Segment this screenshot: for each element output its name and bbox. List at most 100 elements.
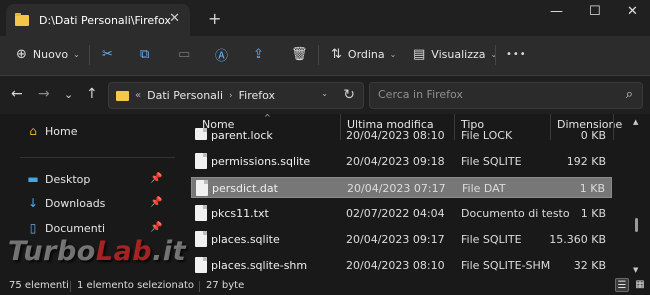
close-window-button[interactable]: ✕: [627, 4, 638, 19]
table-row[interactable]: places.sqlite 20/04/2023 09:17 File SQLI…: [191, 229, 612, 250]
sidebar-divider: [20, 157, 175, 158]
file-type: File SQLITE: [461, 155, 522, 168]
file-modified: 20/04/2023 07:17: [347, 182, 446, 195]
back-button[interactable]: ←: [11, 86, 23, 102]
forward-button[interactable]: →: [38, 86, 50, 102]
chevron-down-icon[interactable]: ⌄: [321, 89, 328, 98]
file-type: File SQLITE-SHM: [461, 259, 551, 272]
sidebar-item-label: Home: [45, 124, 78, 138]
desktop-icon: ▬: [27, 172, 39, 186]
share-icon: ⇪: [253, 46, 264, 62]
sidebar-item-label: Documenti: [45, 221, 106, 235]
tiles-view-icon[interactable]: ▦: [633, 278, 647, 292]
search-icon[interactable]: ⌕: [626, 87, 633, 102]
documents-icon: ▯: [29, 221, 37, 235]
view-icon: ▤: [413, 46, 426, 62]
file-name: places.sqlite: [211, 233, 280, 246]
sidebar-item-home[interactable]: ⌂ Home: [27, 122, 77, 140]
file-name: pkcs11.txt: [211, 207, 269, 220]
breadcrumb-dati-personali[interactable]: Dati Personali: [147, 89, 223, 102]
new-tab-button[interactable]: +: [208, 9, 221, 28]
file-size: 15.360 KB: [549, 233, 606, 246]
search-input[interactable]: [378, 88, 608, 101]
file-icon: [195, 205, 207, 221]
vertical-scrollbar[interactable]: ▲ ▼: [633, 118, 639, 274]
file-size: 32 KB: [573, 259, 606, 272]
delete-button[interactable]: 🗑: [291, 36, 308, 72]
copy-button[interactable]: ⧉: [140, 36, 149, 72]
rename-button[interactable]: Ⓐ: [215, 36, 228, 72]
file-size: 1 KB: [580, 207, 606, 220]
file-type: File SQLITE: [461, 233, 522, 246]
table-row[interactable]: places.sqlite-shm 20/04/2023 08:10 File …: [191, 255, 612, 276]
table-row[interactable]: pkcs11.txt 02/07/2022 04:04 Documento di…: [191, 203, 612, 224]
sort-ascending-icon: ^: [264, 114, 271, 122]
paste-button[interactable]: ▭: [178, 36, 190, 72]
column-divider[interactable]: [613, 114, 614, 140]
sort-button[interactable]: ⇅ Ordina ⌄: [331, 36, 396, 72]
navigation-pane: ⌂ Home ▬ Desktop 📌 ↓ Downloads 📌 ▯ Docum…: [0, 114, 184, 277]
paste-icon: ▭: [178, 46, 191, 62]
folder-icon: [116, 90, 129, 101]
file-modified: 20/04/2023 09:17: [346, 233, 445, 246]
sidebar-item-desktop[interactable]: ▬ Desktop: [27, 170, 90, 188]
address-bar[interactable]: « Dati Personali › Firefox ⌄ ↻: [108, 82, 364, 109]
scissors-icon: ✂: [102, 46, 113, 62]
scrollbar-thumb[interactable]: [635, 218, 638, 232]
up-button[interactable]: ↑: [86, 86, 98, 102]
maximize-button[interactable]: ☐: [589, 4, 601, 19]
refresh-icon[interactable]: ↻: [343, 87, 355, 103]
sidebar-item-documenti[interactable]: ▯ Documenti: [27, 219, 105, 237]
share-button[interactable]: ⇪: [253, 36, 264, 72]
selection-count: 1 elemento selezionato: [77, 280, 195, 291]
file-type: Documento di testo: [461, 207, 570, 220]
overflow-icon[interactable]: «: [135, 90, 141, 101]
scroll-down-icon[interactable]: ▼: [633, 266, 638, 274]
file-name: places.sqlite-shm: [211, 259, 308, 272]
table-row[interactable]: permissions.sqlite 20/04/2023 09:18 File…: [191, 151, 612, 172]
sidebar-item-label: Downloads: [45, 196, 106, 210]
file-size: 192 KB: [566, 155, 606, 168]
search-box[interactable]: ⌕: [369, 82, 643, 109]
status-divider: [199, 281, 200, 292]
folder-icon: [15, 12, 29, 26]
file-modified: 20/04/2023 08:10: [346, 129, 445, 142]
pin-icon: 📌: [150, 222, 163, 233]
sidebar-item-downloads[interactable]: ↓ Downloads: [27, 194, 105, 212]
more-icon: •••: [506, 48, 527, 60]
item-count: 75 elementi: [9, 280, 69, 291]
table-row[interactable]: parent.lock 20/04/2023 08:10 File LOCK 0…: [191, 128, 612, 144]
file-icon: [195, 128, 207, 140]
file-name: persdict.dat: [212, 182, 278, 195]
table-row-selected[interactable]: persdict.dat 20/04/2023 07:17 File DAT 1…: [191, 177, 612, 198]
new-button[interactable]: ⊕ Nuovo ⌄: [16, 36, 80, 72]
file-icon: [195, 231, 207, 247]
toolbar-divider: [318, 45, 319, 65]
trash-icon: 🗑: [291, 46, 308, 62]
file-name: permissions.sqlite: [211, 155, 311, 168]
close-tab-icon[interactable]: ✕: [169, 11, 180, 26]
details-view-icon[interactable]: ☰: [615, 278, 629, 292]
file-type: File LOCK: [461, 129, 513, 142]
recent-locations-button[interactable]: ⌄: [64, 88, 73, 101]
rename-icon: Ⓐ: [215, 48, 229, 64]
chevron-right-icon[interactable]: ›: [229, 91, 233, 101]
file-modified: 02/07/2022 04:04: [346, 207, 445, 220]
window-tab[interactable]: D:\Dati Personali\Firefox ✕: [6, 4, 190, 36]
file-type: File DAT: [462, 182, 506, 195]
file-size: 0 KB: [580, 129, 606, 142]
file-name: parent.lock: [211, 129, 273, 142]
tab-title: D:\Dati Personali\Firefox: [39, 13, 171, 27]
file-modified: 20/04/2023 08:10: [346, 259, 445, 272]
more-options-button[interactable]: •••: [506, 36, 527, 72]
selection-size: 27 byte: [206, 280, 245, 291]
sort-icon: ⇅: [331, 46, 342, 62]
cut-button[interactable]: ✂: [102, 36, 113, 72]
file-size: 1 KB: [579, 182, 605, 195]
file-icon: [195, 153, 207, 169]
scroll-up-icon[interactable]: ▲: [633, 118, 638, 126]
view-button[interactable]: ▤ Visualizza ⌄: [413, 36, 497, 72]
breadcrumb-firefox[interactable]: Firefox: [239, 89, 275, 102]
minimize-button[interactable]: —: [550, 4, 563, 19]
file-modified: 20/04/2023 09:18: [346, 155, 445, 168]
